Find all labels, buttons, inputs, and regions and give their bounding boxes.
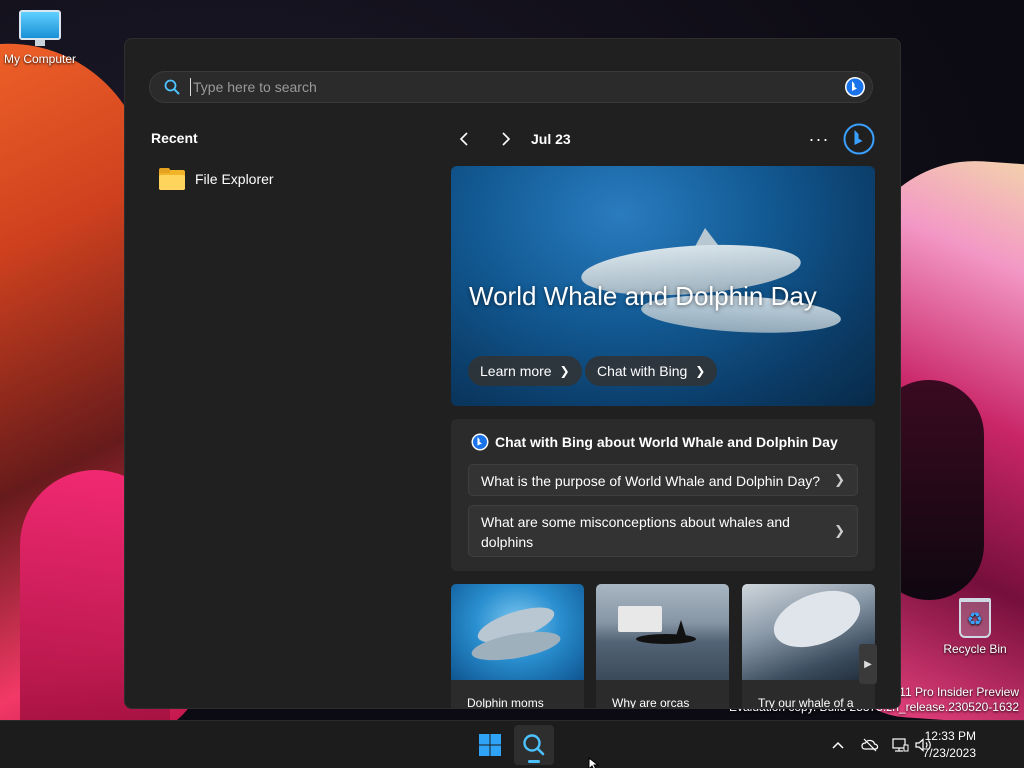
tiles-next-button[interactable]: ▶ [859,644,877,684]
desktop-icon-label: My Computer [3,52,77,66]
learn-more-label: Learn more [480,363,552,379]
more-options-button[interactable]: ··· [805,125,833,153]
story-tile[interactable]: Why are orcas [596,584,729,709]
chat-question-text: What is the purpose of World Whale and D… [481,473,821,489]
story-tile-caption: Dolphin moms [467,696,544,709]
search-icon [523,734,545,756]
taskbar-clock[interactable]: 12:33 PM 7/23/2023 [923,728,976,762]
previous-button[interactable] [451,125,479,153]
learn-more-button[interactable]: Learn more ❯ [468,356,582,386]
taskbar: 12:33 PM 7/23/2023 [0,720,1024,768]
orca-image [596,584,729,680]
chevron-right-icon: ❯ [695,364,706,378]
bing-chat-icon[interactable] [843,123,875,155]
story-tile-caption: Try our whale of a [758,696,854,709]
chevron-right-icon: ❯ [834,472,845,487]
clock-date: 7/23/2023 [922,746,976,760]
chat-with-bing-label: Chat with Bing [597,363,688,379]
chevron-left-icon [459,132,468,146]
computer-icon [19,10,61,46]
recent-heading: Recent [151,130,198,146]
chevron-right-icon: ❯ [559,364,570,378]
dolphins-image [451,584,584,680]
active-indicator [528,760,540,763]
chat-with-bing-button[interactable]: Chat with Bing ❯ [585,356,718,386]
mouse-cursor-icon [588,757,600,768]
onedrive-offline-icon[interactable] [860,735,880,755]
chat-heading-text: Chat with Bing about World Whale and Dol… [495,434,838,450]
network-icon[interactable] [890,735,910,755]
taskbar-search-button[interactable] [514,725,554,765]
chat-question-text: What are some misconceptions about whale… [481,514,790,550]
recent-item-file-explorer[interactable]: File Explorer [151,161,431,197]
story-tiles: Dolphin moms Why are orcas Try our whale… [451,584,877,709]
search-box[interactable] [149,71,873,103]
windows-logo-icon [479,734,501,756]
chat-heading: Chat with Bing about World Whale and Dol… [471,433,838,451]
bing-chat-card: Chat with Bing about World Whale and Dol… [451,419,875,571]
bing-icon[interactable] [844,76,866,98]
highlight-date: Jul 23 [531,131,571,147]
desktop-icon-recycle-bin[interactable]: ♻ Recycle Bin [935,598,1015,656]
whale-image [742,584,875,680]
search-input[interactable] [190,78,844,96]
content-nav: Jul 23 ··· [451,123,875,155]
desktop-icon-my-computer[interactable]: My Computer [0,10,80,66]
story-tile[interactable]: Dolphin moms [451,584,584,709]
story-tile-caption: Why are orcas [612,696,690,709]
file-explorer-icon [159,168,185,190]
story-tile[interactable]: Try our whale of a [742,584,875,709]
search-panel: Recent File Explorer Jul 23 ··· W [124,38,901,709]
recycle-bin-icon: ♻ [959,598,991,638]
chevron-up-icon[interactable] [828,735,848,755]
desktop-icon-label: Recycle Bin [943,642,1007,656]
watermark-line: s 11 Pro Insider Preview [889,685,1019,699]
chevron-right-icon: ❯ [834,523,845,538]
search-icon [164,79,180,95]
chat-question-button[interactable]: What are some misconceptions about whale… [468,505,858,557]
hero-card[interactable]: World Whale and Dolphin Day Learn more ❯… [451,166,875,406]
chevron-right-icon [502,132,511,146]
hero-title: World Whale and Dolphin Day [469,281,817,311]
recent-item-label: File Explorer [195,171,274,187]
chat-question-button[interactable]: What is the purpose of World Whale and D… [468,464,858,496]
start-button[interactable] [470,725,510,765]
next-button[interactable] [491,125,519,153]
bing-icon [471,433,489,451]
clock-time: 12:33 PM [924,729,976,743]
